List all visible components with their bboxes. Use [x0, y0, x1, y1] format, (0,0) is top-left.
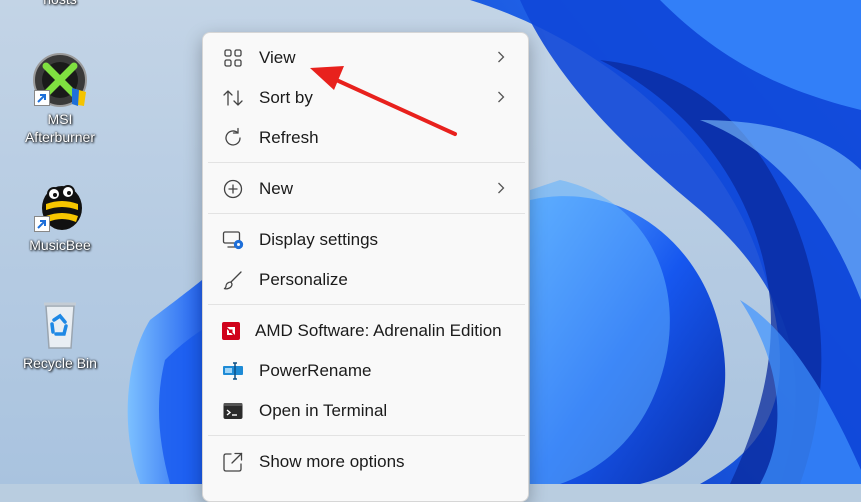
- powerrename-icon: [222, 360, 244, 382]
- shortcut-arrow-icon: [34, 90, 50, 106]
- chevron-right-icon: [491, 90, 511, 106]
- desktop-icon-label: MSI Afterburner: [24, 111, 96, 145]
- menu-item-personalize[interactable]: Personalize: [208, 262, 523, 298]
- musicbee-icon: [32, 178, 88, 234]
- shortcut-arrow-icon: [34, 216, 50, 232]
- desktop-icon-label: MusicBee: [29, 237, 91, 253]
- menu-separator: [208, 162, 525, 163]
- menu-separator: [208, 213, 525, 214]
- menu-item-sort-by[interactable]: Sort by: [208, 80, 523, 116]
- grid-icon: [222, 47, 244, 69]
- menu-item-label: Open in Terminal: [259, 401, 388, 420]
- menu-item-open-in-terminal[interactable]: Open in Terminal: [208, 393, 523, 429]
- monitor-gear-icon: [222, 229, 244, 251]
- desktop-icon-label: hosts: [15, 0, 105, 8]
- menu-item-view[interactable]: View: [208, 40, 523, 76]
- expand-icon: [222, 451, 244, 473]
- menu-item-label: New: [259, 179, 294, 198]
- menu-item-refresh[interactable]: Refresh: [208, 120, 523, 156]
- brush-icon: [222, 269, 244, 291]
- desktop-icon-label: Recycle Bin: [23, 355, 97, 371]
- menu-separator: [208, 304, 525, 305]
- msi-afterburner-icon: [32, 52, 88, 108]
- menu-separator: [208, 435, 525, 436]
- refresh-icon: [222, 127, 244, 149]
- chevron-right-icon: [491, 181, 511, 197]
- desktop-icon-musicbee[interactable]: MusicBee: [15, 178, 105, 254]
- chevron-right-icon: [491, 50, 511, 66]
- menu-item-label: View: [259, 48, 296, 67]
- menu-item-label: AMD Software: Adrenalin Edition: [255, 321, 502, 340]
- desktop-icon-msi-afterburner[interactable]: MSI Afterburner: [15, 52, 105, 146]
- menu-item-label: Refresh: [259, 128, 319, 147]
- menu-item-label: Personalize: [259, 270, 348, 289]
- desktop-icon-recycle-bin[interactable]: Recycle Bin: [15, 296, 105, 372]
- menu-item-label: Show more options: [259, 452, 405, 471]
- menu-item-label: Display settings: [259, 230, 379, 249]
- amd-logo-icon: [222, 320, 240, 342]
- terminal-icon: [222, 400, 244, 422]
- desktop-context-menu: View Sort by Refresh New Display setting…: [202, 32, 529, 502]
- menu-item-display-settings[interactable]: Display settings: [208, 222, 523, 258]
- plus-circle-icon: [222, 178, 244, 200]
- sort-arrows-icon: [222, 87, 244, 109]
- menu-item-new[interactable]: New: [208, 171, 523, 207]
- menu-item-powerrename[interactable]: PowerRename: [208, 353, 523, 389]
- menu-item-show-more-options[interactable]: Show more options: [208, 444, 523, 480]
- menu-item-amd-software[interactable]: AMD Software: Adrenalin Edition: [208, 313, 523, 349]
- recycle-bin-icon: [32, 296, 88, 352]
- desktop-icon-hosts[interactable]: hosts: [15, 0, 105, 8]
- menu-item-label: PowerRename: [259, 361, 372, 380]
- menu-item-label: Sort by: [259, 88, 313, 107]
